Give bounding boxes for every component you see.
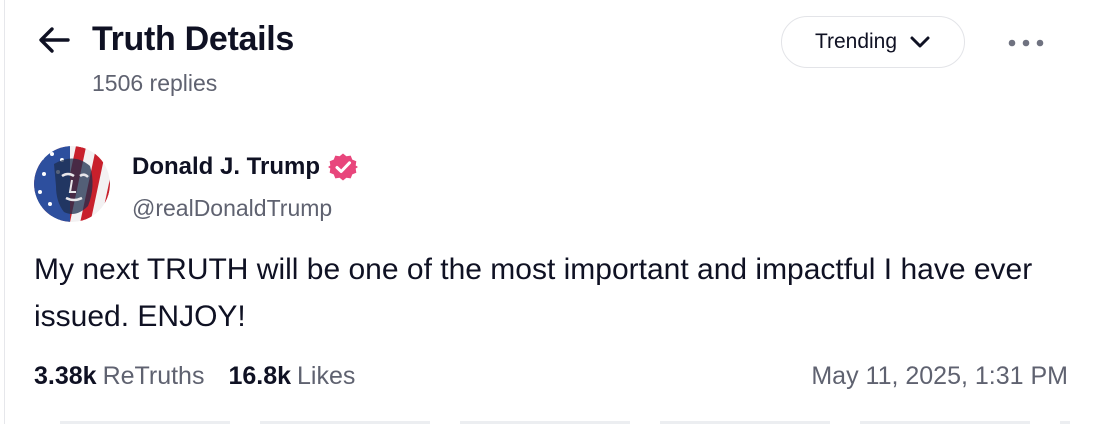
sort-dropdown[interactable]: Trending <box>781 16 965 68</box>
arrow-left-icon <box>39 27 70 53</box>
sort-dropdown-label: Trending <box>814 30 898 53</box>
truth-details-page: Truth Details 1506 replies Trending Dona… <box>0 0 1098 424</box>
likes-stat[interactable]: 16.8k Likes <box>228 360 355 392</box>
chevron-down-icon <box>910 36 930 48</box>
retruths-label: ReTruths <box>102 362 205 390</box>
likes-label: Likes <box>297 362 356 390</box>
verified-badge-icon <box>328 153 359 181</box>
more-horizontal-icon <box>1008 39 1044 47</box>
page-title: Truth Details <box>92 20 295 58</box>
retruths-count: 3.38k <box>34 362 97 390</box>
retruths-stat[interactable]: 3.38k ReTruths <box>34 360 204 392</box>
avatar-image <box>34 146 110 222</box>
more-options-button[interactable] <box>1002 30 1050 56</box>
post-stats: 3.38k ReTruths 16.8k Likes <box>34 360 355 392</box>
author-name-row[interactable]: Donald J. Trump <box>132 152 359 182</box>
reply-count: 1506 replies <box>92 70 218 96</box>
author-handle[interactable]: @realDonaldTrump <box>132 193 332 223</box>
back-button[interactable] <box>36 22 72 58</box>
post-timestamp: May 11, 2025, 1:31 PM <box>811 362 1068 390</box>
likes-count: 16.8k <box>228 362 292 390</box>
avatar[interactable] <box>34 146 110 222</box>
author-name: Donald J. Trump <box>132 153 321 180</box>
divider <box>4 0 5 424</box>
post-text: My next TRUTH will be one of the most im… <box>34 253 1033 333</box>
